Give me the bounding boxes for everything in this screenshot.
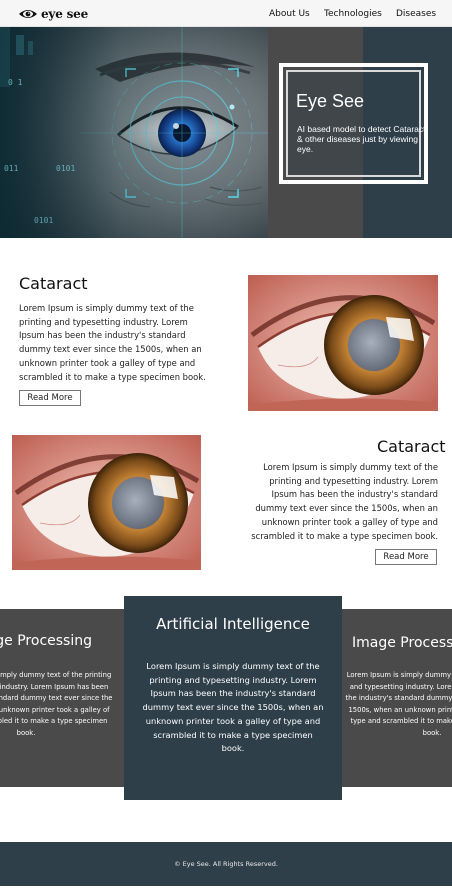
section-body-cataract-2: Lorem Ipsum is simply dummy text of the … xyxy=(251,462,438,541)
hero-subtitle: AI based model to detect Cataract & othe… xyxy=(297,124,426,154)
hero-banner: 0 1 011 0101 0101 Eye See AI based model… xyxy=(0,27,452,238)
read-more-button[interactable]: Read More xyxy=(19,390,81,406)
brand-logo[interactable]: eye see xyxy=(18,6,88,22)
hero-title: Eye See xyxy=(296,91,365,111)
cataract-eye-image xyxy=(248,275,438,411)
cataract-eye-image-2 xyxy=(12,435,201,570)
card-artificial-intelligence: Artificial Intelligence Lorem Ipsum is s… xyxy=(124,596,342,800)
hero-title-frame: Eye See AI based model to detect Catarac… xyxy=(279,63,428,184)
section-body-cataract: Lorem Ipsum is simply dummy text of the … xyxy=(19,303,206,382)
card-image-processing-left: Image Processing Lorem Ipsum is simply d… xyxy=(0,609,124,787)
eye-logo-icon xyxy=(19,10,37,18)
nav-link-technologies[interactable]: Technologies xyxy=(324,9,382,19)
footer: © Eye See. All Rights Reserved. xyxy=(0,842,452,886)
card-image-processing-right: Image Processing Lorem Ipsum is simply d… xyxy=(342,609,452,787)
section-title-cataract: Cataract xyxy=(19,274,88,293)
card-title-image-processing-2: Image Processing xyxy=(352,635,452,651)
card-title-image-processing: Image Processing xyxy=(0,633,92,649)
nav-link-about-us[interactable]: About Us xyxy=(269,9,310,19)
card-body-image-processing-2: Lorem Ipsum is simply dummy text of the … xyxy=(345,671,452,737)
svg-text:011: 011 xyxy=(4,164,19,173)
card-body-artificial-intelligence: Lorem Ipsum is simply dummy text of the … xyxy=(142,661,324,754)
svg-text:0 1: 0 1 xyxy=(8,78,23,87)
card-title-artificial-intelligence: Artificial Intelligence xyxy=(156,615,310,633)
svg-text:0101: 0101 xyxy=(56,164,75,173)
read-more-button-2[interactable]: Read More xyxy=(375,549,437,565)
svg-text:0101: 0101 xyxy=(34,216,53,225)
section-title-cataract-2: Cataract xyxy=(377,437,446,456)
top-navbar: eye see About Us Technologies Diseases xyxy=(0,0,452,27)
footer-copyright: © Eye See. All Rights Reserved. xyxy=(174,860,278,868)
nav-link-diseases[interactable]: Diseases xyxy=(396,9,436,19)
hero-eye-image: 0 1 011 0101 0101 xyxy=(0,27,268,238)
logo-text: eye see xyxy=(41,7,89,21)
card-body-image-processing: Lorem Ipsum is simply dummy text of the … xyxy=(0,671,113,737)
